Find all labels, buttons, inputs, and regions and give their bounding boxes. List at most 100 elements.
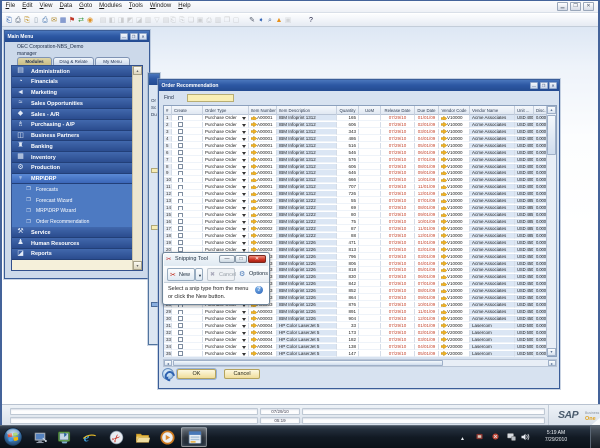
sidebar-item-reports[interactable]: ◪Reports [12, 249, 134, 260]
remote-desktop-icon[interactable] [33, 430, 48, 445]
dropdown-arrow-icon[interactable] [242, 179, 246, 182]
cell-vendor-code[interactable]: V10000 [439, 212, 470, 218]
create-checkbox[interactable] [178, 199, 183, 204]
menu-help[interactable]: Help [175, 1, 194, 12]
link2-icon[interactable]: ▢ [232, 16, 240, 25]
menu-tools[interactable]: Tools [125, 1, 146, 12]
cell-order-type[interactable]: Purchase Order [203, 129, 249, 135]
sidebar-item-administration[interactable]: ▤Administration [12, 66, 134, 77]
column-header-item-description[interactable]: Item Description [277, 106, 337, 115]
last-record-icon[interactable]: ◪ [135, 16, 143, 25]
dropdown-arrow-icon[interactable] [242, 117, 246, 120]
camera-icon[interactable]: ▣ [284, 16, 292, 25]
cell-vendor-code[interactable]: V10000 [439, 198, 470, 204]
cell-vendor-code[interactable]: V10000 [439, 240, 470, 246]
cell-order-type[interactable]: Purchase Order [203, 316, 249, 322]
cell-create[interactable] [172, 309, 203, 315]
cell-create[interactable] [172, 226, 203, 232]
cell-vendor-code[interactable]: V20000 [439, 351, 470, 357]
cell-vendor-code[interactable]: V10000 [439, 261, 470, 267]
cell-item-number[interactable]: A00001 [249, 129, 277, 135]
filter-table-icon[interactable]: ▥ [144, 16, 152, 25]
info-icon[interactable]: ▯ [32, 16, 40, 25]
column-header-create[interactable]: Create [172, 106, 203, 115]
cell-vendor-code[interactable]: V20000 [439, 330, 470, 336]
create-checkbox[interactable] [178, 171, 183, 176]
cell-vendor-code[interactable]: V10000 [439, 267, 470, 273]
scroll-right-button[interactable]: ► [548, 360, 556, 366]
cell-order-type[interactable]: Purchase Order [203, 219, 249, 225]
scroll-down-button[interactable]: ▼ [133, 261, 142, 270]
active-taskbar-button[interactable] [181, 427, 207, 447]
cell-create[interactable] [172, 212, 203, 218]
cell-create[interactable] [172, 157, 203, 163]
create-checkbox[interactable] [178, 233, 183, 238]
create-checkbox[interactable] [178, 136, 183, 141]
cell-item-number[interactable]: A00003 [249, 309, 277, 315]
cell-create[interactable] [172, 316, 203, 322]
internet-explorer-icon[interactable]: e [82, 430, 97, 445]
link-arrow-icon[interactable] [251, 330, 257, 335]
dropdown-arrow-icon[interactable] [242, 124, 246, 127]
column-header-due-date[interactable]: Due Date [415, 106, 439, 115]
link-arrow-icon[interactable] [251, 143, 257, 148]
cell-item-number[interactable]: A00001 [249, 136, 277, 142]
cell-create[interactable] [172, 164, 203, 170]
snip-minimize-button[interactable]: — [219, 255, 235, 263]
link-arrow-icon[interactable] [251, 199, 257, 204]
column-header--[interactable]: # [164, 106, 172, 115]
cell-vendor-code[interactable]: V10000 [439, 316, 470, 322]
link-arrow-icon[interactable] [441, 282, 447, 287]
menu-modules[interactable]: Modules [96, 1, 126, 12]
cell-order-type[interactable]: Purchase Order [203, 330, 249, 336]
link-arrow-icon[interactable] [441, 185, 447, 190]
cell-create[interactable] [172, 150, 203, 156]
show-desktop-button[interactable] [590, 426, 600, 448]
dropdown-arrow-icon[interactable] [242, 311, 246, 314]
cell-order-type[interactable]: Purchase Order [203, 170, 249, 176]
link-arrow-icon[interactable] [441, 240, 447, 245]
create-checkbox[interactable] [178, 150, 183, 155]
link-arrow-icon[interactable] [251, 164, 257, 169]
link-arrow-icon[interactable] [251, 310, 257, 315]
order-window-minimize-button[interactable]: — [530, 82, 538, 89]
cell-item-number[interactable]: A00002 [249, 226, 277, 232]
sidebar-item-business-partners[interactable]: ◫Business Partners [12, 131, 134, 142]
scroll-up-button[interactable]: ▲ [133, 66, 142, 75]
filter-icon[interactable]: ▽ [153, 16, 161, 25]
dropdown-arrow-icon[interactable] [242, 200, 246, 203]
cell-vendor-code[interactable]: V10000 [439, 309, 470, 315]
horizontal-scroll-thumb[interactable] [173, 360, 443, 366]
cell-item-number[interactable]: A00002 [249, 219, 277, 225]
cell-vendor-code[interactable]: V10000 [439, 205, 470, 211]
cell-item-number[interactable]: A00001 [249, 170, 277, 176]
link-arrow-icon[interactable] [441, 351, 447, 356]
cell-item-number[interactable]: A00001 [249, 157, 277, 163]
cell-item-number[interactable]: A00002 [249, 198, 277, 204]
create-checkbox[interactable] [178, 206, 183, 211]
cell-item-number[interactable]: A00001 [249, 150, 277, 156]
link-arrow-icon[interactable] [251, 171, 257, 176]
link-arrow-icon[interactable] [251, 185, 257, 190]
warning-icon[interactable]: ▲ [275, 16, 283, 25]
cell-order-type[interactable]: Purchase Order [203, 198, 249, 204]
link-arrow-icon[interactable] [251, 122, 257, 127]
horizontal-scrollbar[interactable]: ◄ ► [163, 359, 557, 367]
create-checkbox[interactable] [178, 178, 183, 183]
link-arrow-icon[interactable] [251, 337, 257, 342]
column-header-vendor-code[interactable]: Vendor Code [439, 106, 470, 115]
link-arrow-icon[interactable] [441, 213, 447, 218]
main-menu-close-button[interactable]: ✕ [139, 33, 147, 40]
sidebar-item-forecast-wizard[interactable]: ❐Forecast Wizard [12, 195, 134, 206]
dropdown-arrow-icon[interactable] [242, 339, 246, 342]
main-menu-scrollbar[interactable]: ▲ ▼ [132, 66, 142, 270]
link-arrow-icon[interactable] [441, 275, 447, 280]
link-arrow-icon[interactable] [251, 240, 257, 245]
vm-icon[interactable] [57, 430, 72, 445]
link-arrow-icon[interactable] [441, 219, 447, 224]
cell-vendor-code[interactable]: V10000 [439, 288, 470, 294]
mail-icon[interactable]: ✉ [50, 16, 58, 25]
cell-order-type[interactable]: Purchase Order [203, 226, 249, 232]
cell-item-number[interactable]: A00001 [249, 122, 277, 128]
cell-item-number[interactable]: A00002 [249, 212, 277, 218]
